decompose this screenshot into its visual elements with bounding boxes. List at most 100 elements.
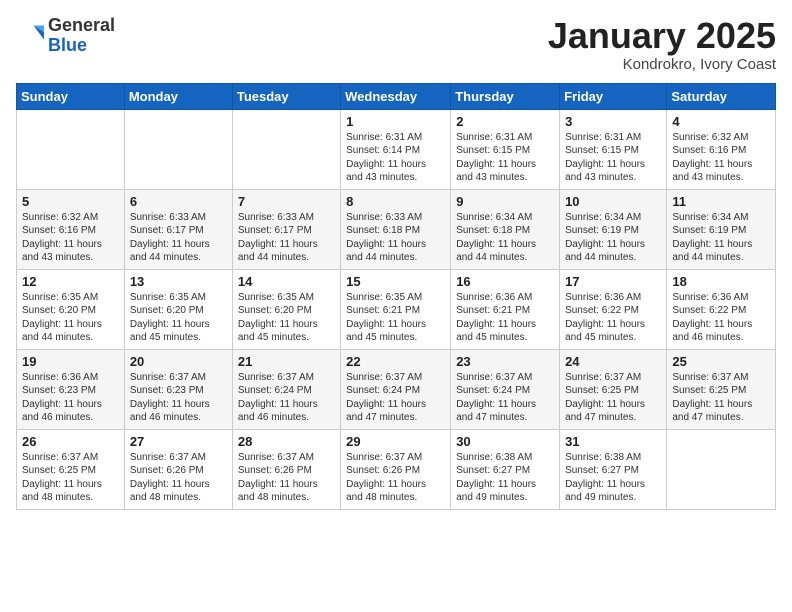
day-number: 26 [22,434,119,449]
day-info: Sunrise: 6:37 AM Sunset: 6:25 PM Dayligh… [672,371,770,425]
calendar-cell: 20 Sunrise: 6:37 AM Sunset: 6:23 PM Dayli… [124,349,232,429]
day-info: Sunrise: 6:37 AM Sunset: 6:25 PM Dayligh… [22,451,119,505]
day-info: Sunrise: 6:36 AM Sunset: 6:22 PM Dayligh… [672,291,770,345]
day-number: 12 [22,274,119,289]
day-info: Sunrise: 6:31 AM Sunset: 6:15 PM Dayligh… [456,131,554,185]
calendar-cell: 9Sunrise: 6:34 AM Sunset: 6:18 PM Daylig… [451,189,560,269]
day-info: Sunrise: 6:33 AM Sunset: 6:17 PM Dayligh… [238,211,335,265]
day-number: 17 [565,274,661,289]
calendar-cell: 17 Sunrise: 6:36 AM Sunset: 6:22 PM Dayli… [560,269,667,349]
day-number: 4 [672,114,770,129]
day-info: Sunrise: 6:37 AM Sunset: 6:26 PM Dayligh… [238,451,335,505]
weekday-header-wednesday: Wednesday [341,83,451,109]
day-info: Sunrise: 6:34 AM Sunset: 6:18 PM Dayligh… [456,211,554,265]
day-number: 11 [672,194,770,209]
logo-general-text: General [48,16,115,36]
day-number: 25 [672,354,770,369]
day-info: Sunrise: 6:37 AM Sunset: 6:26 PM Dayligh… [130,451,227,505]
day-number: 2 [456,114,554,129]
calendar-cell: 11 Sunrise: 6:34 AM Sunset: 6:19 PM Dayli… [667,189,776,269]
calendar-cell: 30Sunrise: 6:38 AM Sunset: 6:27 PM Dayli… [451,429,560,509]
logo-blue-text: Blue [48,36,115,56]
calendar-cell: 19 Sunrise: 6:36 AM Sunset: 6:23 PM Dayli… [17,349,125,429]
calendar-cell: 18 Sunrise: 6:36 AM Sunset: 6:22 PM Dayli… [667,269,776,349]
day-number: 19 [22,354,119,369]
day-info: Sunrise: 6:34 AM Sunset: 6:19 PM Dayligh… [672,211,770,265]
day-info: Sunrise: 6:37 AM Sunset: 6:23 PM Dayligh… [130,371,227,425]
calendar-cell: 23 Sunrise: 6:37 AM Sunset: 6:24 PM Dayli… [451,349,560,429]
day-number: 14 [238,274,335,289]
day-info: Sunrise: 6:31 AM Sunset: 6:15 PM Dayligh… [565,131,661,185]
day-number: 7 [238,194,335,209]
calendar-week-3: 12 Sunrise: 6:35 AM Sunset: 6:20 PM Dayli… [17,269,776,349]
day-info: Sunrise: 6:36 AM Sunset: 6:22 PM Dayligh… [565,291,661,345]
calendar-cell: 4 Sunrise: 6:32 AM Sunset: 6:16 PM Daylig… [667,109,776,189]
day-number: 1 [346,114,445,129]
day-number: 29 [346,434,445,449]
calendar-cell: 24 Sunrise: 6:37 AM Sunset: 6:25 PM Dayli… [560,349,667,429]
day-info: Sunrise: 6:37 AM Sunset: 6:24 PM Dayligh… [238,371,335,425]
calendar-cell: 10 Sunrise: 6:34 AM Sunset: 6:19 PM Dayli… [560,189,667,269]
day-number: 31 [565,434,661,449]
calendar-cell: 7 Sunrise: 6:33 AM Sunset: 6:17 PM Daylig… [232,189,340,269]
location-subtitle: Kondrokro, Ivory Coast [548,56,776,73]
day-info: Sunrise: 6:37 AM Sunset: 6:26 PM Dayligh… [346,451,445,505]
weekday-header-tuesday: Tuesday [232,83,340,109]
month-title: January 2025 [548,16,776,56]
logo-text: General Blue [48,16,115,56]
weekday-header-thursday: Thursday [451,83,560,109]
weekday-header-monday: Monday [124,83,232,109]
day-number: 3 [565,114,661,129]
calendar-cell: 25 Sunrise: 6:37 AM Sunset: 6:25 PM Dayli… [667,349,776,429]
day-info: Sunrise: 6:37 AM Sunset: 6:24 PM Dayligh… [346,371,445,425]
weekday-header-saturday: Saturday [667,83,776,109]
calendar-cell: 3 Sunrise: 6:31 AM Sunset: 6:15 PM Daylig… [560,109,667,189]
day-number: 18 [672,274,770,289]
day-number: 10 [565,194,661,209]
weekday-header-row: SundayMondayTuesdayWednesdayThursdayFrid… [17,83,776,109]
day-number: 24 [565,354,661,369]
calendar-cell: 6Sunrise: 6:33 AM Sunset: 6:17 PM Daylig… [124,189,232,269]
calendar-cell: 13 Sunrise: 6:35 AM Sunset: 6:20 PM Dayli… [124,269,232,349]
calendar-cell: 22 Sunrise: 6:37 AM Sunset: 6:24 PM Dayli… [341,349,451,429]
calendar-cell: 15 Sunrise: 6:35 AM Sunset: 6:21 PM Dayli… [341,269,451,349]
calendar-cell [232,109,340,189]
logo: General Blue [16,16,115,56]
calendar-cell: 12 Sunrise: 6:35 AM Sunset: 6:20 PM Dayli… [17,269,125,349]
day-number: 8 [346,194,445,209]
calendar-cell: 28Sunrise: 6:37 AM Sunset: 6:26 PM Dayli… [232,429,340,509]
calendar-cell: 5 Sunrise: 6:32 AM Sunset: 6:16 PM Daylig… [17,189,125,269]
calendar-cell: 29 Sunrise: 6:37 AM Sunset: 6:26 PM Dayli… [341,429,451,509]
day-info: Sunrise: 6:35 AM Sunset: 6:20 PM Dayligh… [130,291,227,345]
day-info: Sunrise: 6:36 AM Sunset: 6:23 PM Dayligh… [22,371,119,425]
day-info: Sunrise: 6:34 AM Sunset: 6:19 PM Dayligh… [565,211,661,265]
calendar-cell: 21Sunrise: 6:37 AM Sunset: 6:24 PM Dayli… [232,349,340,429]
day-number: 6 [130,194,227,209]
calendar-cell [17,109,125,189]
day-number: 22 [346,354,445,369]
day-info: Sunrise: 6:35 AM Sunset: 6:21 PM Dayligh… [346,291,445,345]
day-info: Sunrise: 6:35 AM Sunset: 6:20 PM Dayligh… [238,291,335,345]
day-number: 20 [130,354,227,369]
day-info: Sunrise: 6:31 AM Sunset: 6:14 PM Dayligh… [346,131,445,185]
day-number: 13 [130,274,227,289]
day-number: 23 [456,354,554,369]
day-number: 27 [130,434,227,449]
calendar-cell: 31Sunrise: 6:38 AM Sunset: 6:27 PM Dayli… [560,429,667,509]
calendar-cell [667,429,776,509]
calendar-week-4: 19 Sunrise: 6:36 AM Sunset: 6:23 PM Dayli… [17,349,776,429]
day-info: Sunrise: 6:37 AM Sunset: 6:24 PM Dayligh… [456,371,554,425]
day-number: 15 [346,274,445,289]
calendar-table: SundayMondayTuesdayWednesdayThursdayFrid… [16,83,776,510]
day-info: Sunrise: 6:32 AM Sunset: 6:16 PM Dayligh… [22,211,119,265]
day-number: 5 [22,194,119,209]
calendar-cell: 8Sunrise: 6:33 AM Sunset: 6:18 PM Daylig… [341,189,451,269]
title-block: January 2025 Kondrokro, Ivory Coast [548,16,776,73]
calendar-cell: 1 Sunrise: 6:31 AM Sunset: 6:14 PM Daylig… [341,109,451,189]
calendar-cell: 2 Sunrise: 6:31 AM Sunset: 6:15 PM Daylig… [451,109,560,189]
day-info: Sunrise: 6:35 AM Sunset: 6:20 PM Dayligh… [22,291,119,345]
day-info: Sunrise: 6:32 AM Sunset: 6:16 PM Dayligh… [672,131,770,185]
weekday-header-friday: Friday [560,83,667,109]
day-number: 30 [456,434,554,449]
day-info: Sunrise: 6:37 AM Sunset: 6:25 PM Dayligh… [565,371,661,425]
